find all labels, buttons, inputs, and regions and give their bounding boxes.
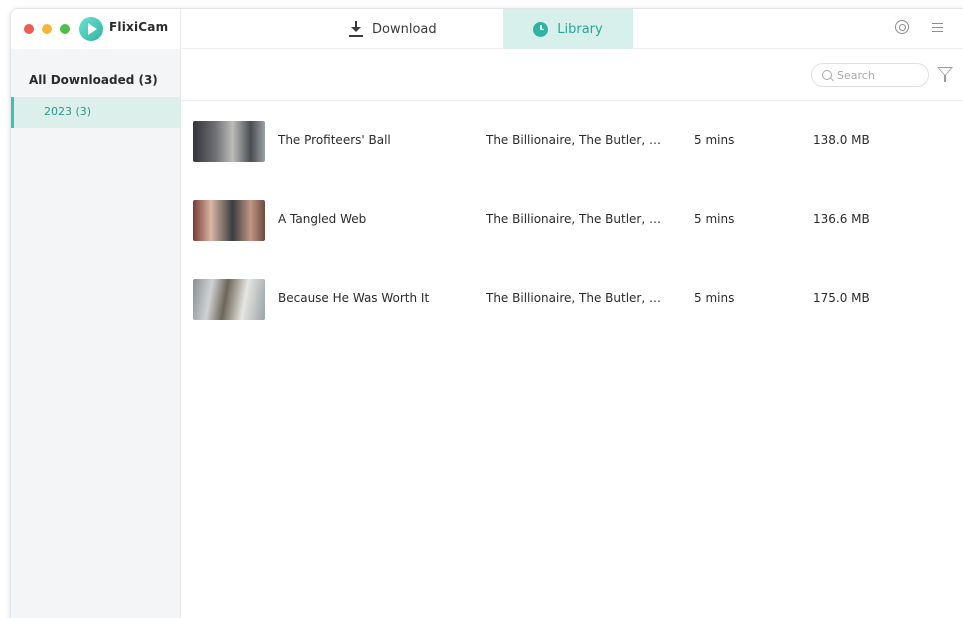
sidebar: All Downloaded (3) 2023 (3)	[11, 49, 181, 618]
episode-duration: 5 mins	[694, 291, 735, 305]
menu-icon[interactable]	[932, 23, 943, 32]
gear-icon[interactable]	[895, 20, 909, 34]
app-window: FlixiCam Download Library All Downloaded…	[10, 8, 963, 618]
app-logo-icon	[79, 17, 103, 41]
list-item[interactable]: The Profiteers' Ball The Billionaire, Th…	[181, 102, 963, 181]
close-window-button[interactable]	[24, 24, 34, 34]
tab-download-label: Download	[372, 21, 437, 37]
search-box[interactable]	[811, 63, 929, 87]
window-controls	[24, 24, 70, 34]
file-size: 138.0 MB	[813, 133, 870, 147]
episode-thumbnail	[193, 121, 265, 162]
download-list: The Profiteers' Ball The Billionaire, Th…	[181, 102, 963, 618]
episode-thumbnail	[193, 279, 265, 320]
episode-title: The Profiteers' Ball	[278, 133, 391, 147]
sidebar-heading-all-downloaded[interactable]: All Downloaded (3)	[29, 73, 158, 87]
tab-download[interactable]: Download	[349, 9, 437, 49]
episode-duration: 5 mins	[694, 133, 735, 147]
app-name: FlixiCam	[109, 20, 169, 34]
file-size: 136.6 MB	[813, 212, 870, 226]
list-item[interactable]: A Tangled Web The Billionaire, The Butle…	[181, 181, 963, 260]
series-name: The Billionaire, The Butler, a...	[486, 291, 661, 305]
series-name: The Billionaire, The Butler, a...	[486, 133, 661, 147]
series-name: The Billionaire, The Butler, a...	[486, 212, 661, 226]
search-input[interactable]	[837, 67, 925, 83]
download-icon	[349, 21, 363, 37]
tab-library[interactable]: Library	[503, 9, 633, 49]
title-bar: FlixiCam Download Library	[11, 9, 963, 49]
tab-library-label: Library	[557, 21, 603, 37]
search-icon	[822, 70, 832, 80]
minimize-window-button[interactable]	[42, 24, 52, 34]
file-size: 175.0 MB	[813, 291, 870, 305]
list-item[interactable]: Because He Was Worth It The Billionaire,…	[181, 260, 963, 339]
clock-icon	[533, 21, 549, 37]
sidebar-item-label: 2023 (3)	[44, 105, 92, 118]
filter-icon[interactable]	[937, 67, 953, 82]
episode-thumbnail	[193, 200, 265, 241]
sidebar-item-2023[interactable]: 2023 (3)	[11, 97, 181, 128]
zoom-window-button[interactable]	[60, 24, 70, 34]
episode-title: A Tangled Web	[278, 212, 367, 226]
library-toolbar	[181, 49, 963, 101]
episode-title: Because He Was Worth It	[278, 291, 430, 305]
episode-duration: 5 mins	[694, 212, 735, 226]
